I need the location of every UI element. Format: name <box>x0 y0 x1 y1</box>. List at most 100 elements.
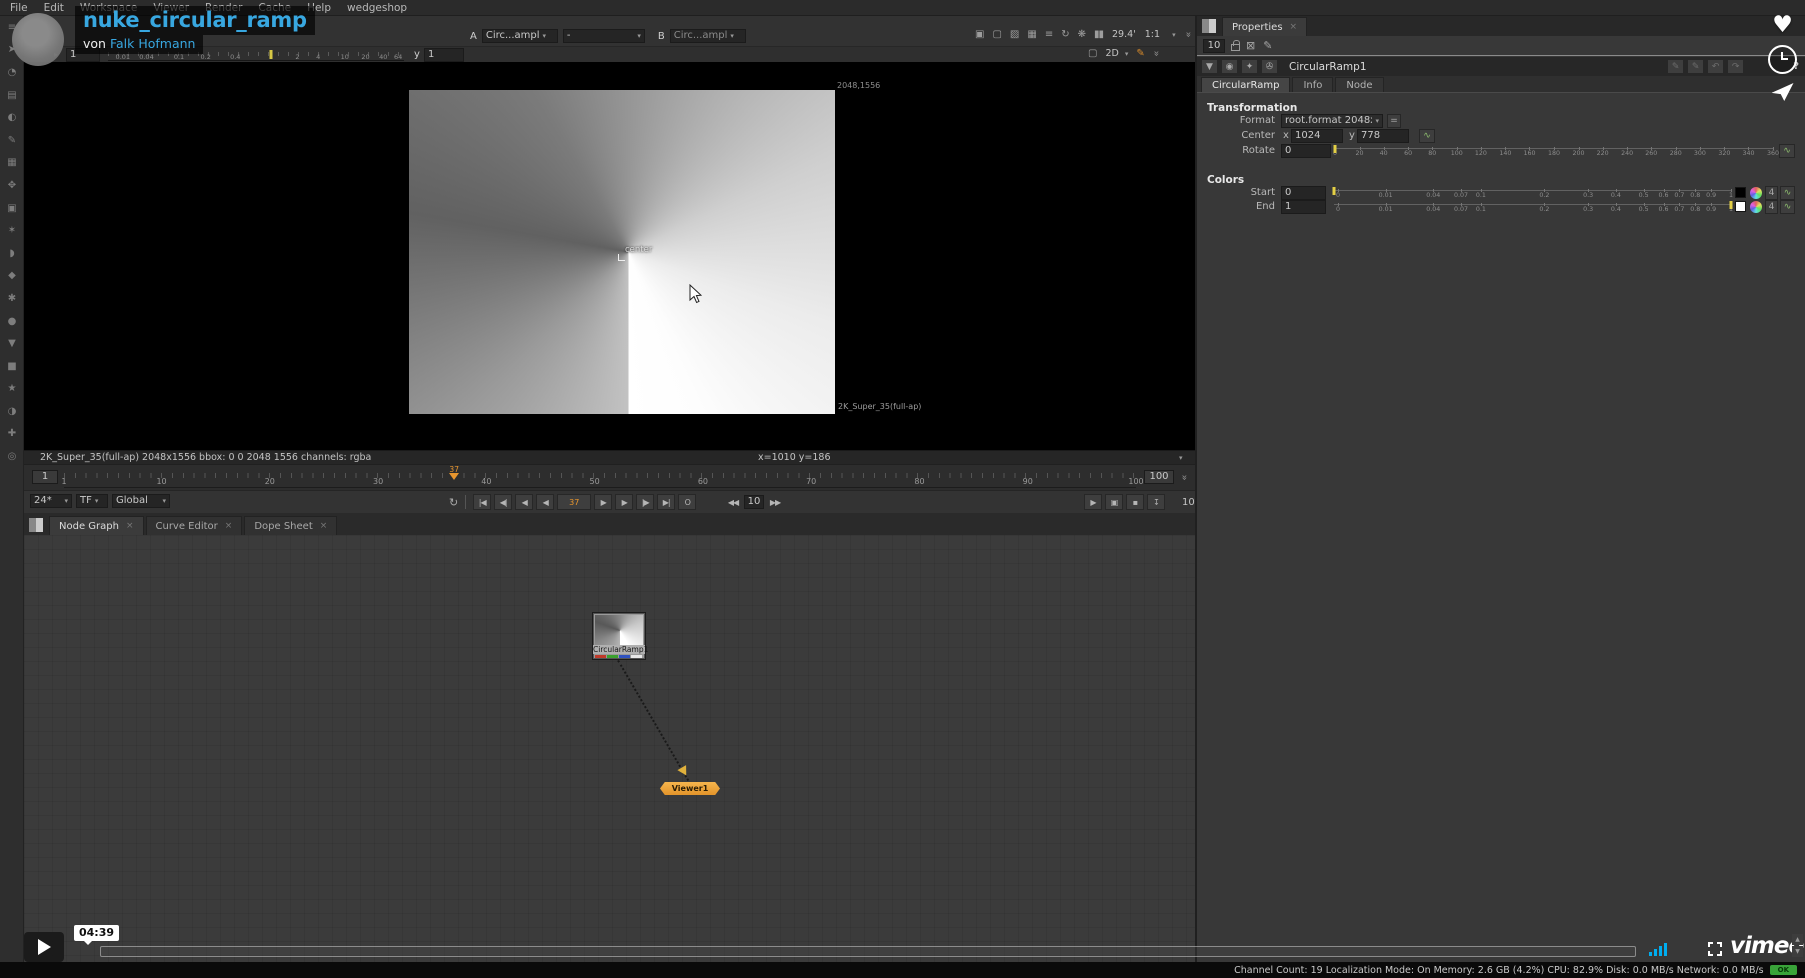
animation-curve-button[interactable]: ∿ <box>1780 200 1795 214</box>
menu-item[interactable]: wedgeshop <box>347 2 407 14</box>
close-tab-icon[interactable]: × <box>320 521 328 531</box>
step-back-button[interactable]: ◀ <box>515 494 533 510</box>
fullscreen-icon[interactable] <box>1708 942 1722 956</box>
frame-increment-field[interactable]: 10 <box>744 495 764 509</box>
node-connection[interactable] <box>617 660 689 781</box>
current-frame-field[interactable]: 37 <box>557 494 591 510</box>
format-select[interactable]: root.format 2048x1556 ▾ <box>1281 114 1383 128</box>
views-icon[interactable]: ▼ <box>0 332 24 355</box>
clip-warning-icon[interactable]: ▦ <box>1027 29 1035 40</box>
refresh-icon[interactable]: ↻ <box>1061 29 1068 40</box>
end-color-swatch[interactable] <box>1735 201 1746 212</box>
video-title[interactable]: nuke_circular_ramp <box>75 6 315 35</box>
viewer-canvas[interactable]: 2048,1556 2K_Super_35(full-ap) center <box>24 62 1195 450</box>
b-buffer-select[interactable]: Circ...ampl▾ <box>670 29 746 43</box>
keyer-icon[interactable]: ◗ <box>0 242 24 265</box>
color-wheel-icon[interactable] <box>1750 187 1762 199</box>
share-paper-plane-icon[interactable] <box>1772 83 1794 101</box>
rotate-field[interactable]: 0 <box>1281 144 1331 158</box>
start-field[interactable]: 0 <box>1281 186 1326 200</box>
end-field[interactable]: 1 <box>1281 200 1326 214</box>
play-button[interactable] <box>24 932 64 962</box>
float-button[interactable]: ✦ <box>1241 59 1258 74</box>
animation-curve-button[interactable]: ∿ <box>1419 129 1435 143</box>
close-tab-icon[interactable]: × <box>225 521 233 531</box>
progress-bar[interactable] <box>100 946 1636 957</box>
play-backward-button[interactable]: ◀ <box>536 494 554 510</box>
pin-edit-icon[interactable]: ✎ <box>1263 39 1272 52</box>
collapse-button[interactable]: ▼ <box>1201 59 1218 74</box>
pause-icon[interactable]: ▮▮ <box>1094 29 1103 40</box>
author-link[interactable]: Falk Hofmann <box>110 36 196 51</box>
time-icon[interactable]: ◔ <box>0 61 24 84</box>
edit-expression-button[interactable]: ✎ <box>1667 59 1684 74</box>
a-buffer-select[interactable]: Circ...ampl▾ <box>482 29 558 43</box>
playhead[interactable]: 37 <box>449 466 459 480</box>
watch-later-clock-icon[interactable] <box>1768 45 1797 74</box>
stereo-icon[interactable]: ◆ <box>0 265 24 288</box>
range-end-field[interactable]: 100 <box>1144 470 1174 484</box>
collapse-toolbar-icon[interactable]: » <box>1182 31 1193 37</box>
close-tab-icon[interactable]: × <box>1290 22 1298 32</box>
quality-bars-icon[interactable] <box>1649 942 1667 956</box>
skip-forward-button[interactable]: ▶▶ <box>766 494 784 510</box>
channels-count-button[interactable]: 4 <box>1765 186 1778 200</box>
animation-curve-button[interactable]: ∿ <box>1780 186 1795 200</box>
scroll-arrows[interactable]: ▲ ▼ <box>1792 934 1803 957</box>
viewer-node[interactable]: Viewer1 <box>660 782 720 795</box>
annotate-pencil-icon[interactable]: ✎ <box>1136 48 1144 59</box>
center-handle[interactable] <box>618 254 625 261</box>
rows-icon[interactable]: ▤ <box>0 84 24 107</box>
scroll-down-icon[interactable]: ▼ <box>1792 946 1803 957</box>
draw-icon[interactable]: ✎ <box>0 129 24 152</box>
zoom-level[interactable]: 29.4' <box>1112 29 1136 40</box>
workspace-tab[interactable]: Node Graph× <box>49 516 144 535</box>
manage-button[interactable]: ✇ <box>1261 59 1278 74</box>
gamma-input[interactable]: 1 <box>424 48 464 62</box>
next-keyframe-button[interactable]: |▶ <box>636 494 654 510</box>
view-mode-select[interactable]: 2D ▾ <box>1105 48 1128 59</box>
format-equals-button[interactable]: = <box>1387 114 1401 128</box>
lock-range-button[interactable]: ▪ <box>1126 494 1144 510</box>
scanline-icon[interactable]: ≡ <box>1045 29 1052 40</box>
other-icon[interactable]: ✚ <box>0 423 24 446</box>
node-panel-tab[interactable]: Info <box>1292 77 1333 92</box>
center-y-field[interactable]: 778 <box>1357 129 1409 143</box>
lock-panels-icon[interactable] <box>1231 44 1240 51</box>
center-x-field[interactable]: 1024 <box>1291 129 1343 143</box>
node-panel-tab[interactable]: CircularRamp <box>1201 77 1290 92</box>
max-panels-field[interactable]: 10 <box>1203 39 1225 53</box>
tf-select[interactable]: TF▾ <box>76 494 108 508</box>
channels-count-button[interactable]: 4 <box>1765 200 1778 214</box>
metadata-icon[interactable]: ◑ <box>0 400 24 423</box>
render-icon[interactable]: ★ <box>0 378 24 401</box>
goto-end-button[interactable]: ▶| <box>657 494 675 510</box>
zoom-caret[interactable]: ▾ <box>1172 31 1176 39</box>
particles-icon[interactable]: ✱ <box>0 287 24 310</box>
menu-item[interactable]: Edit <box>44 2 64 14</box>
range-mode-button[interactable]: O <box>678 494 696 510</box>
wedgeshop-tool-icon[interactable]: ◎ <box>0 445 24 468</box>
collapse-row-icon[interactable]: » <box>1150 50 1161 56</box>
panel-menu-icon[interactable] <box>1202 19 1216 33</box>
node-name-field[interactable]: CircularRamp1 <box>1289 61 1664 73</box>
node-graph-canvas[interactable]: CircularRamp1 Viewer1 <box>24 535 1195 962</box>
center-node-button[interactable]: ◉ <box>1221 59 1238 74</box>
export-button[interactable]: ↧ <box>1147 494 1165 510</box>
prev-keyframe-button[interactable]: ◀| <box>494 494 512 510</box>
step-forward-button[interactable]: ▶ <box>615 494 633 510</box>
filter-icon[interactable]: ✶ <box>0 219 24 242</box>
undo-button[interactable]: ↶ <box>1707 59 1724 74</box>
play-forward-button[interactable]: ▶ <box>594 494 612 510</box>
proxy-mode-icon[interactable]: ▢ <box>992 29 1000 40</box>
range-start-field[interactable]: 1 <box>32 470 58 484</box>
start-color-swatch[interactable] <box>1735 187 1746 198</box>
goto-start-button[interactable]: |◀ <box>473 494 491 510</box>
panel-menu-icon[interactable] <box>29 518 43 532</box>
workspace-tab[interactable]: Curve Editor× <box>146 516 243 535</box>
frame-ruler[interactable]: 1102030405060708090100 37 <box>64 468 1136 488</box>
edit-node-button[interactable]: ✎ <box>1687 59 1704 74</box>
collapse-ruler-icon[interactable]: » <box>1179 474 1190 480</box>
image-icon[interactable]: ■ <box>0 355 24 378</box>
animation-curve-button[interactable]: ∿ <box>1779 144 1795 158</box>
